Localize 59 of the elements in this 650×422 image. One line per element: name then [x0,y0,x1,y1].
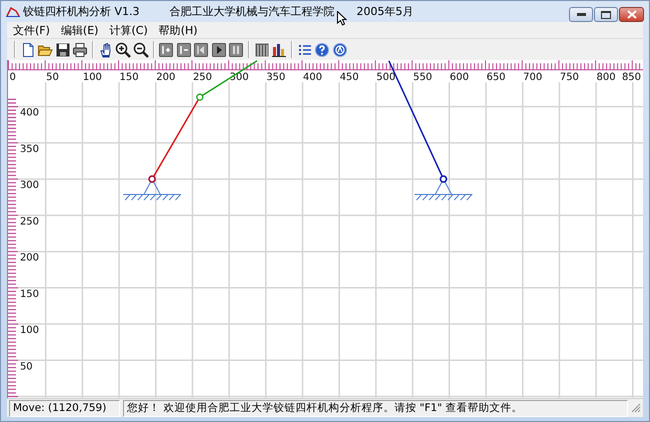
x-axis-label: 150 [120,72,139,84]
pivot-joint [148,175,156,183]
x-axis-label: 800 [596,72,616,84]
minimize-icon [576,13,586,16]
columns-icon[interactable] [254,42,270,58]
window-title: 铰链四杆机构分析 V1.3 [23,4,140,19]
x-axis-label: 450 [340,72,359,84]
menu-item[interactable]: 编辑(E) [56,22,102,38]
menu-item[interactable]: 帮助(H) [154,22,202,38]
mouse-pointer-icon [337,11,347,26]
help-icon[interactable] [314,42,330,58]
pause-icon[interactable] [228,42,244,58]
remove-link-icon[interactable] [176,42,192,58]
linkage-app-icon [6,6,20,16]
x-axis-label: 600 [450,72,469,84]
y-axis-label: 300 [20,180,39,192]
x-axis-label: 550 [413,72,432,84]
x-axis-label: 50 [46,72,59,84]
x-axis-label: 850 [622,72,641,84]
save-icon[interactable] [54,42,71,58]
y-axis-label: 50 [20,361,33,372]
y-axis-label: 100 [20,325,39,336]
cursor-position-text: Move: (1120,759) [9,400,120,416]
y-axis-label: 250 [20,216,39,228]
play-icon[interactable] [210,42,227,58]
x-axis-label: 650 [486,72,506,84]
x-axis-label: 700 [523,72,542,84]
maximize-icon [601,10,611,18]
info-icon[interactable] [332,42,348,58]
x-axis-label: 100 [82,72,102,84]
maximize-button[interactable] [594,7,618,22]
pivot-joint [196,94,204,101]
y-axis-label: 150 [20,288,39,300]
x-axis-label: 350 [266,72,286,84]
x-axis-label: 400 [303,72,322,84]
window-subtitle: 合肥工业大学机械与汽车工程学院 [170,4,335,19]
menu-item[interactable]: 计算(C) [105,22,152,38]
resize-grip-icon[interactable] [631,403,641,413]
printer-icon[interactable] [72,42,88,58]
x-axis-label: 750 [560,72,579,84]
minimize-button[interactable] [569,7,593,22]
zoom-in-icon[interactable] [115,42,132,58]
y-axis-label: 200 [20,252,39,264]
y-axis-label: 350 [20,144,39,155]
skip-back-icon[interactable] [193,42,210,58]
pivot-joint [440,175,448,183]
add-link-icon[interactable] [158,42,174,58]
x-axis-label: 500 [376,72,396,84]
x-axis-label: 250 [192,72,212,84]
status-message: 您好！ 欢迎使用合肥工业大学铰链四杆机构分析程序。请按 "F1" 查看帮助文件。 [123,400,628,416]
x-axis-label: 200 [156,72,176,84]
menu-item[interactable]: 文件(F) [9,22,54,38]
bar-chart-icon[interactable] [271,42,288,58]
close-button[interactable] [619,7,644,22]
x-axis-label: 0 [10,72,16,84]
window-date: 2005年5月 [356,4,414,19]
y-axis-label: 400 [20,108,39,119]
zoom-out-icon[interactable] [132,42,149,58]
close-icon [626,10,636,19]
